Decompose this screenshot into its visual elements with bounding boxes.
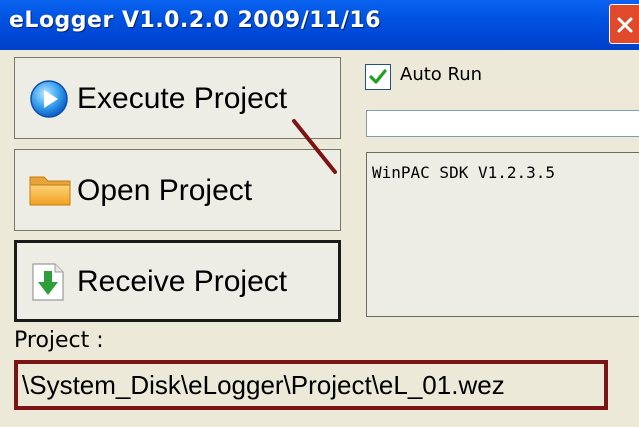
app-window: eLogger V1.0.2.0 2009/11/16 Execute Proj… — [0, 0, 639, 427]
annotation-pointer-line — [292, 119, 337, 174]
